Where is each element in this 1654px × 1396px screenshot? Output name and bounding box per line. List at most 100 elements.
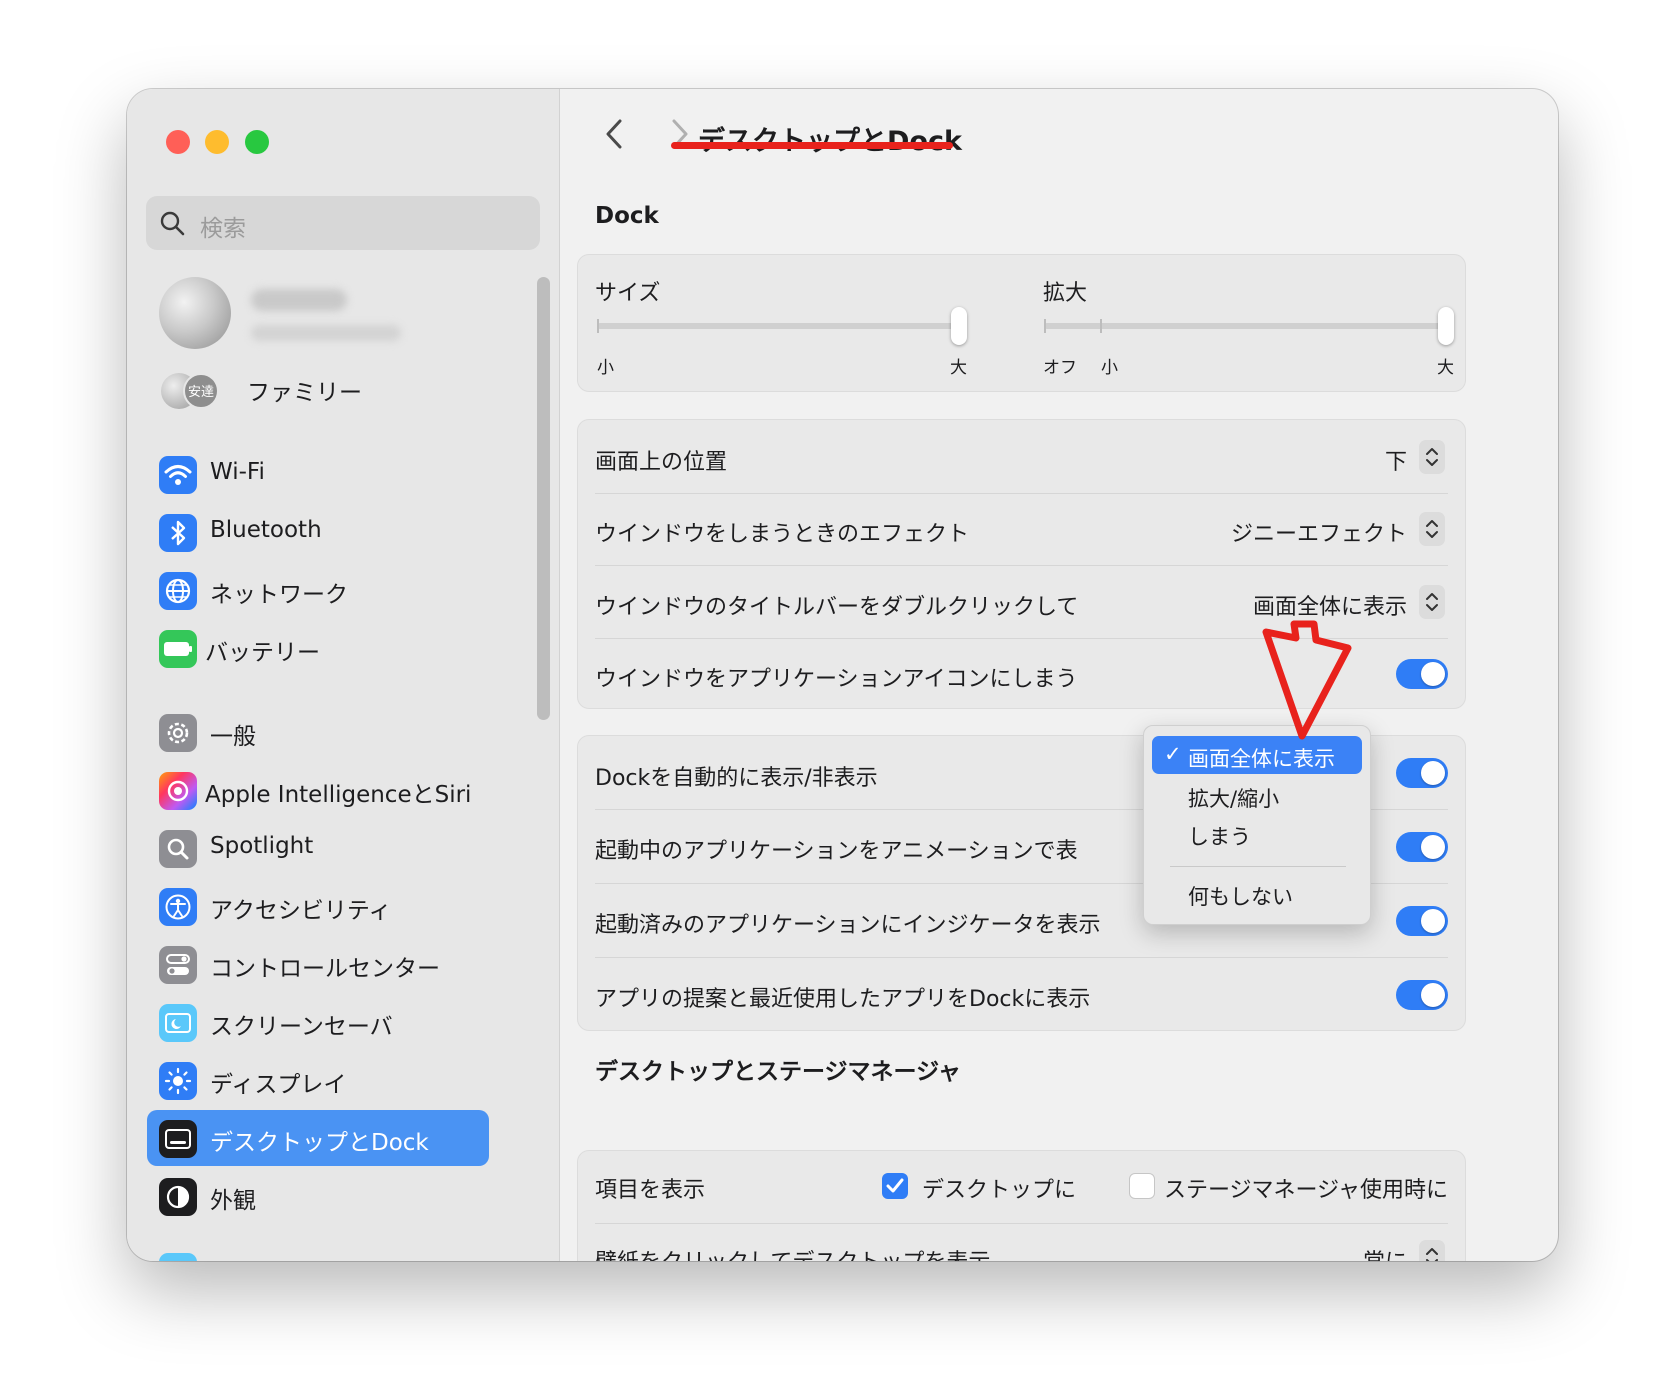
size-slider-tick [597,319,599,333]
desktop-checkbox[interactable] [882,1173,908,1199]
magnify-min-label: 小 [1101,358,1118,378]
sidebar-item-label: Wi-Fi [210,459,265,485]
sidebar-item-bluetooth[interactable]: Bluetooth [147,504,489,560]
double-click-popup-menu: ✓ 画面全体に表示 拡大/縮小 しまう 何もしない [1143,725,1371,925]
dock-size-card: サイズ 小 大 拡大 オフ 小 大 [577,254,1466,392]
desktop-card: 項目を表示 デスクトップに ステージマネージャ使用時に 壁紙をクリックしてデスク… [577,1150,1466,1261]
account-subtitle-redacted [251,325,401,341]
close-button[interactable] [166,130,190,154]
screensaver-icon [159,1004,197,1042]
sidebar-item-accessibility[interactable]: アクセシビリティ [147,878,489,934]
search-field[interactable]: 検索 [146,196,540,250]
stage-manager-checkbox[interactable] [1129,1173,1155,1199]
double-click-label: ウインドウのタイトルバーをダブルクリックして [595,595,1079,620]
up-down-chevron-icon [1426,520,1438,538]
sidebar-item-spotlight[interactable]: Spotlight [147,820,489,876]
siri-icon [159,772,197,810]
sidebar-item-display[interactable]: ディスプレイ [147,1052,489,1108]
indicator-toggle[interactable] [1396,906,1448,936]
size-max-label: 大 [950,358,967,378]
menu-separator [1170,866,1346,867]
minimize-effect-value[interactable]: ジニーエフェクト [1231,516,1407,548]
up-down-chevron-icon [1426,1248,1438,1261]
sidebar-item-control-center[interactable]: コントロールセンター [147,936,489,992]
wifi-icon [159,456,197,494]
magnify-slider-track[interactable] [1044,323,1454,329]
magnify-label: 拡大 [1043,281,1088,306]
sidebar-item-label: スクリーンセーバ [210,1014,393,1040]
sidebar-item-general[interactable]: 一般 [147,704,489,760]
suggestions-toggle[interactable] [1396,980,1448,1010]
stage-manager-option-label: ステージマネージャ使用時に [1164,1178,1449,1203]
desktop-option-label: デスクトップに [922,1178,1077,1203]
checkmark-icon [886,1178,904,1193]
sidebar-item-network[interactable]: ネットワーク [147,562,489,618]
sidebar-item-appearance[interactable]: 外観 [147,1168,489,1224]
sidebar-item-desktop-dock[interactable]: デスクトップとDock [147,1110,489,1166]
menu-item-zoom[interactable]: 拡大/縮小 [1152,776,1362,814]
wallpaper-click-stepper[interactable] [1419,1240,1445,1261]
wallpaper-click-label: 壁紙をクリックしてデスクトップを表示 [595,1244,990,1261]
sidebar-item-label: ネットワーク [210,582,348,608]
sidebar-item-family[interactable]: ファミリー [247,373,362,407]
size-slider-thumb[interactable] [951,307,967,345]
sidebar-scrollbar[interactable] [537,277,550,720]
sidebar-item-label: Spotlight [210,833,314,859]
battery-icon [159,630,197,668]
minimize-effect-label: ウインドウをしまうときのエフェクト [595,522,970,547]
sidebar-item-battery[interactable]: バッテリー [147,620,489,676]
autohide-label: Dockを自動的に表示/非表示 [595,766,878,791]
globe-icon [159,572,197,610]
menu-item-do-nothing[interactable]: 何もしない [1152,874,1362,912]
sidebar-item-label: コントロールセンター [210,956,440,982]
wallpaper-click-value[interactable]: 常に [1363,1244,1407,1261]
menu-item-minimize[interactable]: しまう [1152,814,1362,852]
row-separator [595,565,1448,566]
accessibility-icon [159,888,197,926]
sidebar-item-label: Apple IntelligenceとSiri [205,782,472,808]
sidebar-item-label: アクセシビリティ [210,898,392,924]
size-min-label: 小 [597,358,614,378]
up-down-chevron-icon [1426,448,1438,466]
gear-icon [159,714,197,752]
position-label: 画面上の位置 [595,450,728,475]
indicator-label: 起動済みのアプリケーションにインジケータを表示 [595,913,1101,938]
double-click-value[interactable]: 画面全体に表示 [1253,589,1407,621]
control-center-icon [159,946,197,984]
minimize-effect-stepper[interactable] [1419,512,1445,546]
search-placeholder: 検索 [200,216,246,242]
content-pane: デスクトップとDock Dock サイズ 小 大 拡大 オフ 小 大 画面上の位… [560,89,1558,1261]
sidebar: 検索 安達 ファミリー Wi-Fi Bluetooth ネットワーク バッテリー… [127,89,560,1261]
annotation-arrow-icon [1262,620,1352,740]
partial-item-icon [159,1253,197,1261]
size-slider-track[interactable] [597,323,962,329]
account-name-redacted [251,289,347,311]
account-avatar[interactable] [159,277,231,349]
sidebar-item-wifi[interactable]: Wi-Fi [147,446,489,502]
bluetooth-icon [159,514,197,552]
sidebar-item-screensaver[interactable]: スクリーンセーバ [147,994,489,1050]
search-icon [160,211,185,236]
minimize-to-icon-toggle[interactable] [1396,659,1448,689]
sidebar-item-label: ディスプレイ [210,1072,347,1098]
minimize-to-icon-label: ウインドウをアプリケーションアイコンにしまう [595,667,1078,692]
magnify-slider-tick [1044,319,1046,333]
sidebar-item-label: バッテリー [205,640,320,666]
suggestions-label: アプリの提案と最近使用したアプリをDockに表示 [595,987,1091,1012]
autohide-toggle[interactable] [1396,758,1448,788]
sidebar-item-label: デスクトップとDock [210,1130,429,1156]
position-value[interactable]: 下 [1385,444,1407,476]
zoom-button[interactable] [245,130,269,154]
sidebar-item-label: 外観 [210,1188,256,1214]
double-click-stepper[interactable] [1419,585,1445,619]
minimize-button[interactable] [205,130,229,154]
row-separator [595,957,1448,958]
position-stepper[interactable] [1419,440,1445,474]
sidebar-item-apple-intelligence[interactable]: Apple IntelligenceとSiri [147,762,489,818]
back-arrow-icon[interactable] [602,117,626,151]
magnify-slider-thumb[interactable] [1438,307,1454,345]
animate-toggle[interactable] [1396,832,1448,862]
up-down-chevron-icon [1426,593,1438,611]
magnify-max-label: 大 [1437,358,1454,378]
dock-icon [159,1120,197,1158]
